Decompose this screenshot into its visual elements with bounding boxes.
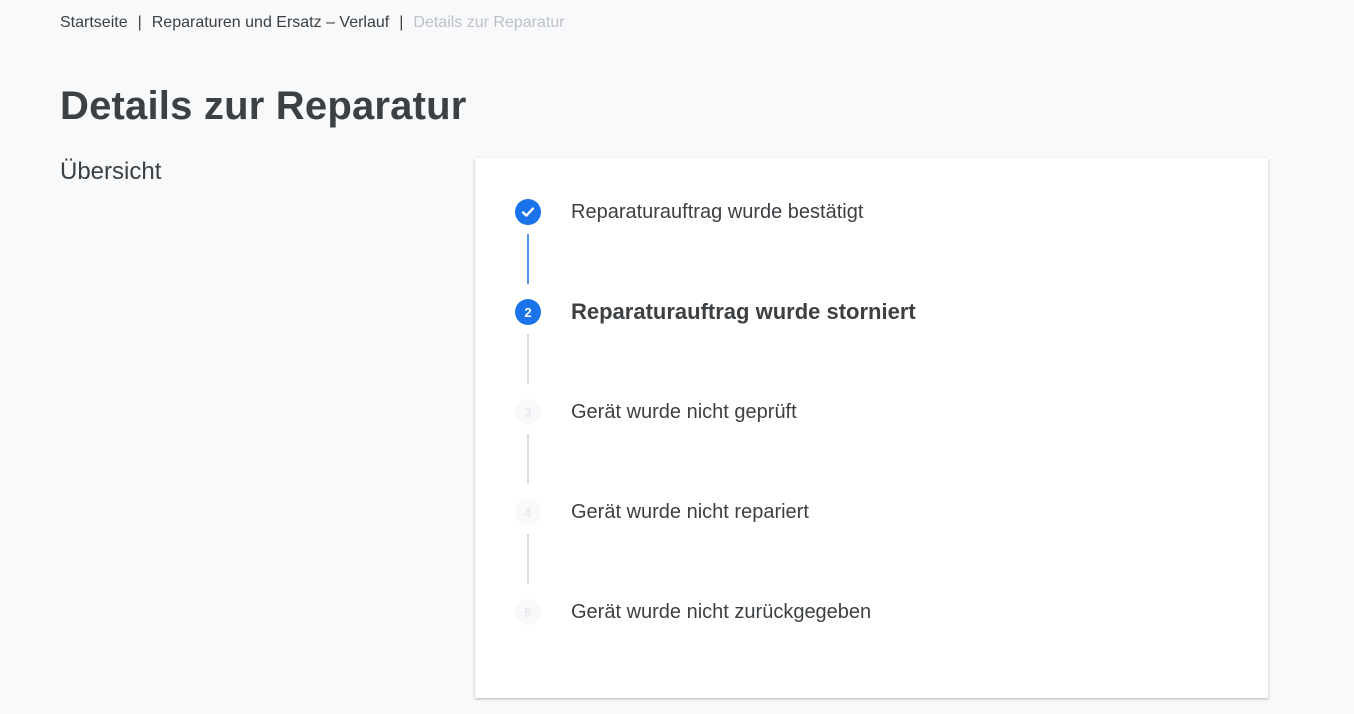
step-item: 3 Gerät wurde nicht geprüft (475, 399, 1268, 425)
step-label: Gerät wurde nicht repariert (571, 501, 809, 523)
step-label: Gerät wurde nicht geprüft (571, 401, 797, 423)
breadcrumb-separator: | (399, 14, 404, 31)
step-connector (527, 234, 529, 284)
step-connector (527, 334, 529, 384)
breadcrumb: Startseite | Reparaturen und Ersatz – Ve… (60, 12, 565, 34)
step-number-badge: 2 (515, 299, 541, 325)
step-item: 2 Reparaturauftrag wurde storniert (475, 299, 1268, 325)
step-connector (527, 434, 529, 484)
breadcrumb-home-link[interactable]: Startseite (60, 12, 128, 34)
check-icon (521, 207, 535, 217)
breadcrumb-history-link[interactable]: Reparaturen und Ersatz – Verlauf (152, 12, 389, 34)
step-item: Reparaturauftrag wurde bestätigt (475, 199, 1268, 225)
page-title: Details zur Reparatur (60, 84, 467, 128)
step-item: 4 Gerät wurde nicht repariert (475, 499, 1268, 525)
step-label: Reparaturauftrag wurde storniert (571, 299, 916, 324)
step-number-badge: 5 (515, 599, 541, 625)
repair-status-card: Reparaturauftrag wurde bestätigt 2 Repar… (475, 158, 1268, 698)
breadcrumb-separator: | (137, 14, 142, 31)
step-number-badge: 3 (515, 399, 541, 425)
section-label-overview: Übersicht (60, 158, 162, 185)
step-label: Gerät wurde nicht zurückgegeben (571, 601, 872, 623)
step-label: Reparaturauftrag wurde bestätigt (571, 201, 864, 223)
breadcrumb-current: Details zur Reparatur (413, 14, 565, 31)
step-number-badge: 4 (515, 499, 541, 525)
step-item: 5 Gerät wurde nicht zurückgegeben (475, 599, 1268, 625)
step-connector (527, 534, 529, 584)
step-circle-done (515, 199, 541, 225)
